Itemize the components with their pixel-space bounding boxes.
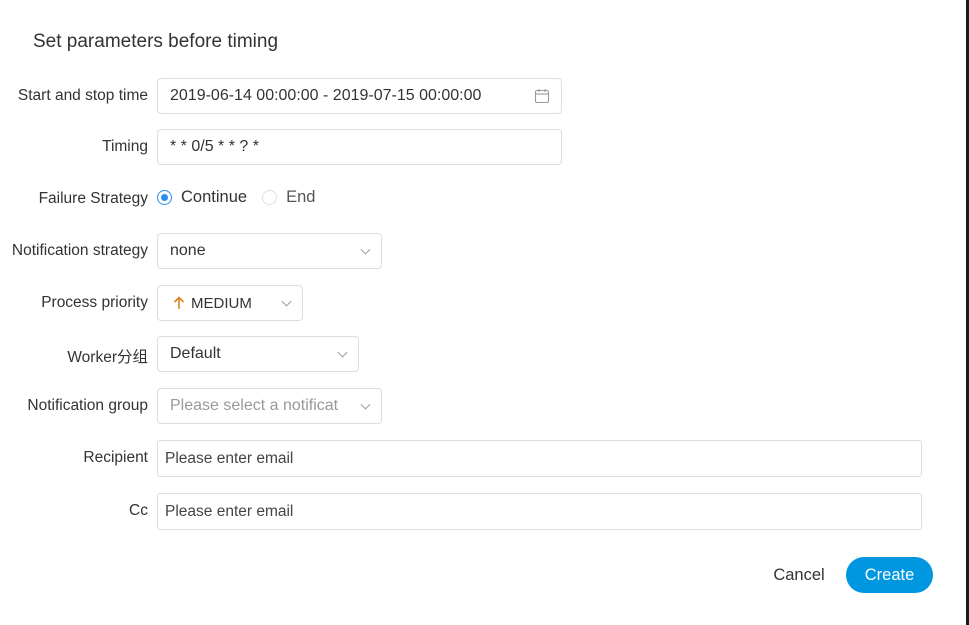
chevron-down-icon [360,399,371,410]
start-stop-time-label: Start and stop time [17,87,148,104]
process-priority-select[interactable]: MEDIUM [157,285,303,321]
arrow-up-icon [173,296,185,309]
notification-strategy-value: none [170,242,206,259]
process-priority-value: MEDIUM [191,294,252,312]
create-button[interactable]: Create [846,557,933,593]
chevron-down-icon [337,347,348,358]
recipient-input[interactable]: Please enter email [157,440,922,477]
cc-placeholder: Please enter email [165,502,294,520]
chevron-down-icon [360,244,371,255]
radio-end-dot[interactable] [262,190,278,205]
cc-label: Cc [129,502,148,519]
worker-group-select[interactable]: Default [157,336,359,372]
worker-group-value: Default [170,345,221,362]
recipient-placeholder: Please enter email [165,449,294,467]
timing-dialog: Set parameters before timing Start and s… [0,0,969,625]
radio-end[interactable]: End [262,188,315,207]
chevron-down-icon [281,296,292,307]
notification-strategy-label: Notification strategy [11,242,148,259]
cc-input[interactable]: Please enter email [157,493,922,530]
calendar-icon[interactable] [534,88,550,104]
failure-strategy-label: Failure Strategy [38,190,148,207]
start-stop-time-value: 2019-06-14 00:00:00 - 2019-07-15 00:00:0… [170,87,482,104]
cancel-button[interactable]: Cancel [760,558,838,592]
timing-label: Timing [102,138,148,155]
notification-group-placeholder: Please select a notificat [170,397,339,414]
timing-input[interactable]: * * 0/5 * * ? * [157,129,562,165]
timing-value: * * 0/5 * * ? * [170,138,259,155]
notification-group-label: Notification group [27,397,148,414]
radio-end-label[interactable]: End [286,188,315,207]
notification-strategy-select[interactable]: none [157,233,382,269]
notification-group-select[interactable]: Please select a notificat [157,388,382,424]
dialog-title: Set parameters before timing [33,31,279,52]
start-stop-time-picker[interactable]: 2019-06-14 00:00:00 - 2019-07-15 00:00:0… [157,78,562,114]
recipient-label: Recipient [83,449,148,466]
worker-group-label: Worker分组 [67,349,148,366]
failure-strategy-radio-group: Continue End [157,188,330,207]
radio-continue[interactable]: Continue [157,188,247,207]
radio-continue-label[interactable]: Continue [181,188,247,207]
radio-continue-dot[interactable] [157,190,172,205]
process-priority-label: Process priority [41,294,148,311]
